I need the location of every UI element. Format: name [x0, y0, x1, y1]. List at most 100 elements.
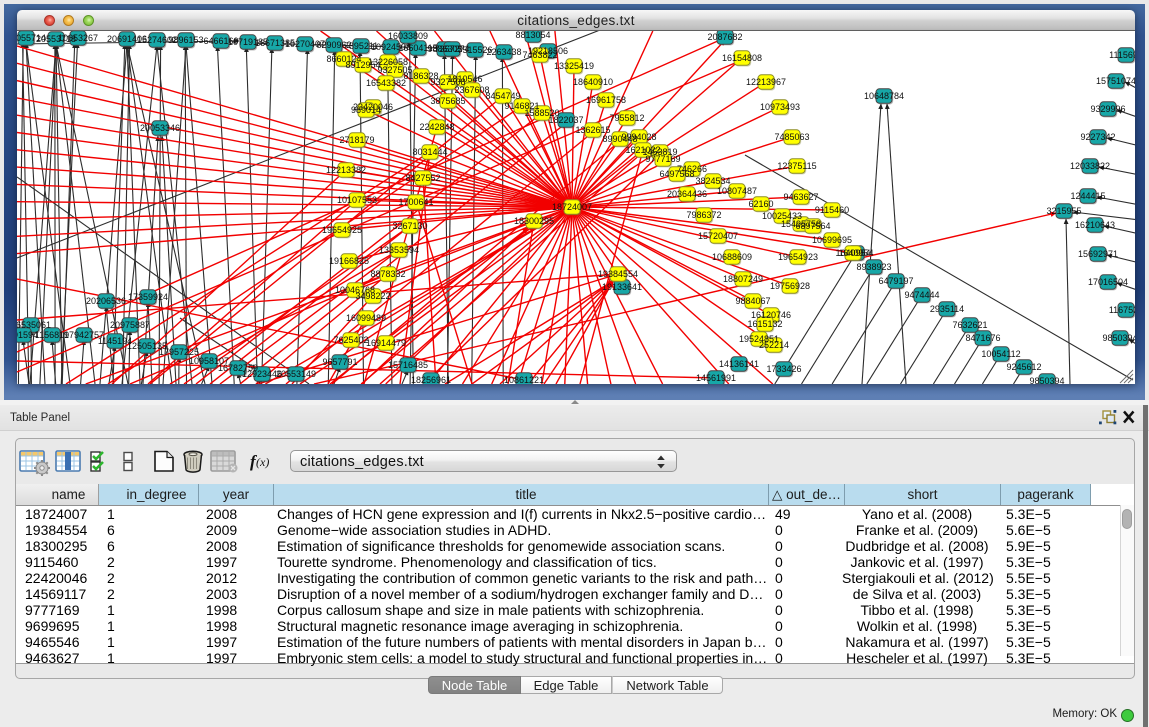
svg-text:10688609: 10688609 — [712, 252, 752, 262]
svg-text:3267130: 3267130 — [392, 221, 427, 231]
svg-text:7625402: 7625402 — [333, 335, 368, 345]
svg-text:9850394: 9850394 — [1029, 376, 1064, 384]
svg-text:252214: 252214 — [759, 340, 789, 350]
svg-text:6479197: 6479197 — [878, 276, 913, 286]
svg-text:1615132: 1615132 — [747, 319, 782, 329]
svg-text:13325419: 13325419 — [554, 61, 594, 71]
svg-text:1640954: 1640954 — [835, 248, 870, 258]
svg-text:15720407: 15720407 — [698, 231, 738, 241]
svg-text:10054112: 10054112 — [981, 349, 1020, 359]
svg-text:2367608: 2367608 — [454, 85, 489, 95]
svg-text:9329996: 9329996 — [1090, 104, 1125, 114]
svg-text:7357274: 7357274 — [434, 44, 469, 54]
svg-text:1700641: 1700641 — [398, 197, 433, 207]
svg-text:7463822: 7463822 — [522, 50, 557, 60]
svg-text:12213382: 12213382 — [326, 165, 366, 175]
svg-text:15692971: 15692971 — [1078, 249, 1118, 259]
svg-text:17016504: 17016504 — [1088, 277, 1128, 287]
svg-text:3498222: 3498222 — [355, 291, 390, 301]
svg-text:3875685: 3875685 — [430, 96, 465, 106]
svg-text:15751074: 15751074 — [1096, 76, 1135, 86]
svg-text:8878332: 8878332 — [370, 269, 405, 279]
svg-text:12375115: 12375115 — [777, 161, 816, 171]
svg-text:16535061: 16535061 — [17, 320, 51, 330]
svg-text:6897564: 6897564 — [795, 221, 830, 231]
svg-text:9850394: 9850394 — [1102, 333, 1135, 343]
svg-text:10973493: 10973493 — [760, 102, 800, 112]
svg-text:1588520: 1588520 — [524, 108, 559, 118]
svg-text:8813054: 8813054 — [515, 31, 550, 40]
svg-text:19133641: 19133641 — [602, 282, 642, 292]
svg-text:13353594: 13353594 — [379, 245, 419, 255]
svg-text:8454749: 8454749 — [485, 91, 520, 101]
svg-text:7485063: 7485063 — [774, 132, 809, 142]
svg-text:19654925: 19654925 — [322, 225, 362, 235]
svg-text:16543382: 16543382 — [366, 78, 406, 88]
svg-text:1733426: 1733426 — [766, 364, 801, 374]
svg-text:9896153: 9896153 — [168, 35, 203, 45]
svg-text:(x): (x) — [256, 455, 269, 469]
svg-text:1244415: 1244415 — [1070, 191, 1105, 201]
svg-text:3824534: 3824534 — [695, 176, 730, 186]
svg-text:16154808: 16154808 — [722, 53, 762, 63]
svg-text:14136141: 14136141 — [719, 359, 759, 369]
svg-text:9463627: 9463627 — [783, 192, 818, 202]
svg-text:9884067: 9884067 — [735, 296, 770, 306]
svg-text:10025433: 10025433 — [762, 211, 802, 221]
svg-text:9474444: 9474444 — [904, 290, 939, 300]
svg-text:62160: 62160 — [748, 199, 773, 209]
svg-text:10699695: 10699695 — [812, 235, 852, 245]
svg-text:10107553: 10107553 — [337, 195, 377, 205]
svg-text:989014: 989014 — [351, 105, 381, 115]
svg-text:8938923: 8938923 — [856, 262, 891, 272]
svg-text:18256961: 18256961 — [411, 375, 451, 384]
svg-text:16033809: 16033809 — [388, 31, 428, 41]
svg-text:746266: 746266 — [677, 164, 707, 174]
svg-text:17359924: 17359924 — [128, 292, 168, 302]
svg-text:18300295: 18300295 — [514, 216, 554, 226]
svg-text:20206536: 20206536 — [86, 296, 126, 306]
svg-text:16961758: 16961758 — [586, 95, 626, 105]
svg-text:7632621: 7632621 — [952, 320, 987, 330]
svg-text:9777169: 9777169 — [645, 154, 680, 164]
svg-text:20975887: 20975887 — [110, 320, 150, 330]
svg-text:10648784: 10648784 — [864, 91, 904, 101]
svg-text:8471676: 8471676 — [965, 333, 1000, 343]
svg-text:19166825: 19166825 — [329, 256, 369, 266]
svg-text:19756928: 19756928 — [770, 281, 810, 291]
svg-text:9994028: 9994028 — [621, 132, 656, 142]
svg-text:1115692: 1115692 — [1109, 50, 1135, 60]
svg-text:9657791: 9657791 — [322, 357, 357, 367]
svg-text:20364436: 20364436 — [667, 189, 707, 199]
svg-text:1167536: 1167536 — [1109, 305, 1135, 315]
svg-text:19654923: 19654923 — [778, 252, 818, 262]
svg-text:2242848: 2242848 — [419, 122, 454, 132]
svg-text:2087682: 2087682 — [707, 32, 742, 42]
svg-text:12923446: 12923446 — [242, 369, 282, 379]
svg-text:8031444: 8031444 — [412, 147, 447, 157]
svg-text:10807487: 10807487 — [717, 186, 757, 196]
svg-text:16210643: 16210643 — [1075, 220, 1115, 230]
svg-text:8427552: 8427552 — [405, 173, 440, 183]
svg-text:12033822: 12033822 — [1070, 161, 1110, 171]
svg-text:9227342: 9227342 — [1080, 132, 1115, 142]
svg-text:14561991: 14561991 — [696, 373, 736, 383]
svg-text:10653267: 10653267 — [58, 33, 98, 43]
svg-text:18724007: 18724007 — [552, 202, 592, 212]
svg-text:9115460: 9115460 — [815, 205, 849, 215]
svg-text:16099489: 16099489 — [346, 313, 386, 323]
svg-text:9245612: 9245612 — [1006, 362, 1041, 372]
svg-text:19384554: 19384554 — [598, 269, 638, 279]
svg-text:2718179: 2718179 — [339, 135, 374, 145]
svg-text:7955812: 7955812 — [609, 113, 644, 123]
svg-text:18640910: 18640910 — [573, 77, 613, 87]
svg-text:15716485: 15716485 — [388, 360, 428, 370]
svg-text:20053346: 20053346 — [140, 123, 180, 133]
svg-text:7986372: 7986372 — [686, 210, 721, 220]
svg-text:16914479: 16914479 — [366, 338, 406, 348]
svg-text:1810546: 1810546 — [447, 74, 482, 84]
svg-text:2935114: 2935114 — [930, 304, 964, 314]
svg-text:10861221: 10861221 — [504, 375, 544, 384]
svg-text:18807249: 18807249 — [723, 274, 763, 284]
svg-text:12213967: 12213967 — [746, 77, 786, 87]
